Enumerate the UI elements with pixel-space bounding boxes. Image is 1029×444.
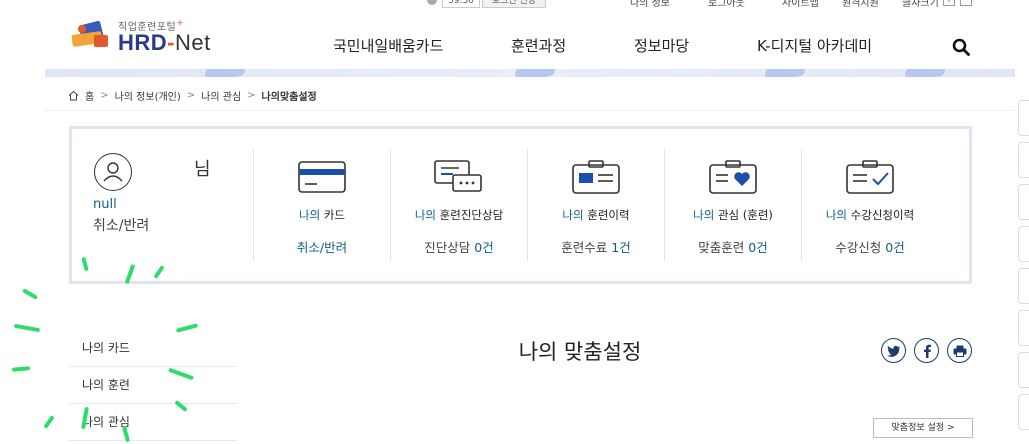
breadcrumb-my-interest[interactable]: 나의 관심 [201,88,241,103]
side-widget-tab[interactable] [1018,268,1029,304]
breadcrumb-home[interactable]: 홈 [85,88,94,103]
print-button[interactable] [947,338,972,363]
left-menu-my-training[interactable]: 나의 훈련 [69,367,237,404]
side-widget-tab[interactable] [1018,310,1029,346]
nav-training-course[interactable]: 훈련과정 [511,35,566,56]
side-widget-tab[interactable] [1018,352,1029,388]
left-menu: 나의 카드 나의 훈련 나의 관심 [69,330,237,441]
side-widget-tab[interactable] [1018,100,1029,136]
logout-link[interactable]: 로그아웃 [708,0,745,9]
left-menu-my-interest[interactable]: 나의 관심 [69,404,237,441]
nav-national-card[interactable]: 국민내일배움카드 [333,35,443,56]
user-name: null [93,197,117,212]
summary-my-card[interactable]: 나의 카드 취소/반려 [253,149,390,261]
twitter-icon [886,345,900,357]
left-menu-my-card[interactable]: 나의 카드 [69,330,237,367]
breadcrumb-my-info[interactable]: 나의 정보(개인) [115,88,181,103]
font-size-label: 글자크기 [902,0,939,9]
side-widget-tab[interactable] [1018,142,1029,178]
utility-bar: 59:30 로그인 연장 나의 정보 로그아웃 사이트맵 원격지원 글자크기 +… [0,0,1029,10]
summary-interest[interactable]: 나의 관심 (훈련) 맞춤훈련 0건 [664,149,801,261]
card-icon [298,161,346,193]
print-icon [953,345,966,357]
user-status: 취소/반려 [93,218,150,234]
logo-title: HRD-Net [118,30,211,55]
header-banner [45,69,1015,77]
search-icon[interactable] [952,38,970,56]
chevron-right-icon: > [946,423,955,433]
avatar [94,153,132,191]
checklist-icon [846,160,894,194]
chevron-right-icon: > [247,90,256,101]
chevron-right-icon: > [186,90,196,101]
logo-mark-icon [71,21,108,47]
breadcrumb-current: 나의맞춤설정 [261,92,317,103]
session-timer: 59:30 [442,0,480,8]
preference-settings-button[interactable]: 맞춤정보 설정 > [873,418,973,438]
id-card-icon [572,160,620,194]
heart-card-icon [709,160,757,194]
summary-enrollment[interactable]: 나의 수강신청이력 수강신청 0건 [801,149,938,261]
user-icon [103,162,123,182]
nav-k-digital-academy[interactable]: K-디지털 아카데미 [757,35,872,56]
side-widget-tab[interactable] [1018,226,1029,262]
zoom-in-button[interactable]: + [943,0,955,6]
nav-info-hub[interactable]: 정보마당 [634,35,689,56]
login-extend-button[interactable]: 로그인 연장 [482,0,546,8]
chat-icon [434,160,482,192]
chevron-right-icon: > [100,90,109,101]
twitter-share-button[interactable] [881,338,906,363]
clock-icon [427,0,437,5]
remote-support-link[interactable]: 원격지원 [842,0,879,9]
my-summary-box: 님 null 취소/반려 나의 카드 취소/반려 나의 훈련진단상담 진단상담 … [69,126,972,284]
page-title: 나의 맞춤설정 [518,340,642,364]
sitemap-link[interactable]: 사이트맵 [782,0,819,9]
breadcrumb: 홈 > 나의 정보(개인) > 나의 관심 > 나의맞춤설정 [68,88,317,103]
facebook-icon [923,344,931,358]
home-icon[interactable] [68,90,79,101]
divider [45,110,1015,111]
zoom-out-button[interactable]: − [960,0,972,6]
user-profile: 님 null 취소/반려 [90,149,240,259]
summary-consultation[interactable]: 나의 훈련진단상담 진단상담 0건 [390,149,527,261]
user-suffix: 님 [194,159,211,180]
side-widget-tab[interactable] [1018,184,1029,220]
side-widget-tab[interactable] [1018,394,1029,430]
summary-training-history[interactable]: 나의 훈련이력 훈련수료 1건 [527,149,664,261]
hrd-net-logo[interactable]: 직업훈련포털+ HRD-Net [70,18,230,58]
facebook-share-button[interactable] [914,338,939,363]
my-info-link[interactable]: 나의 정보 [630,0,670,9]
